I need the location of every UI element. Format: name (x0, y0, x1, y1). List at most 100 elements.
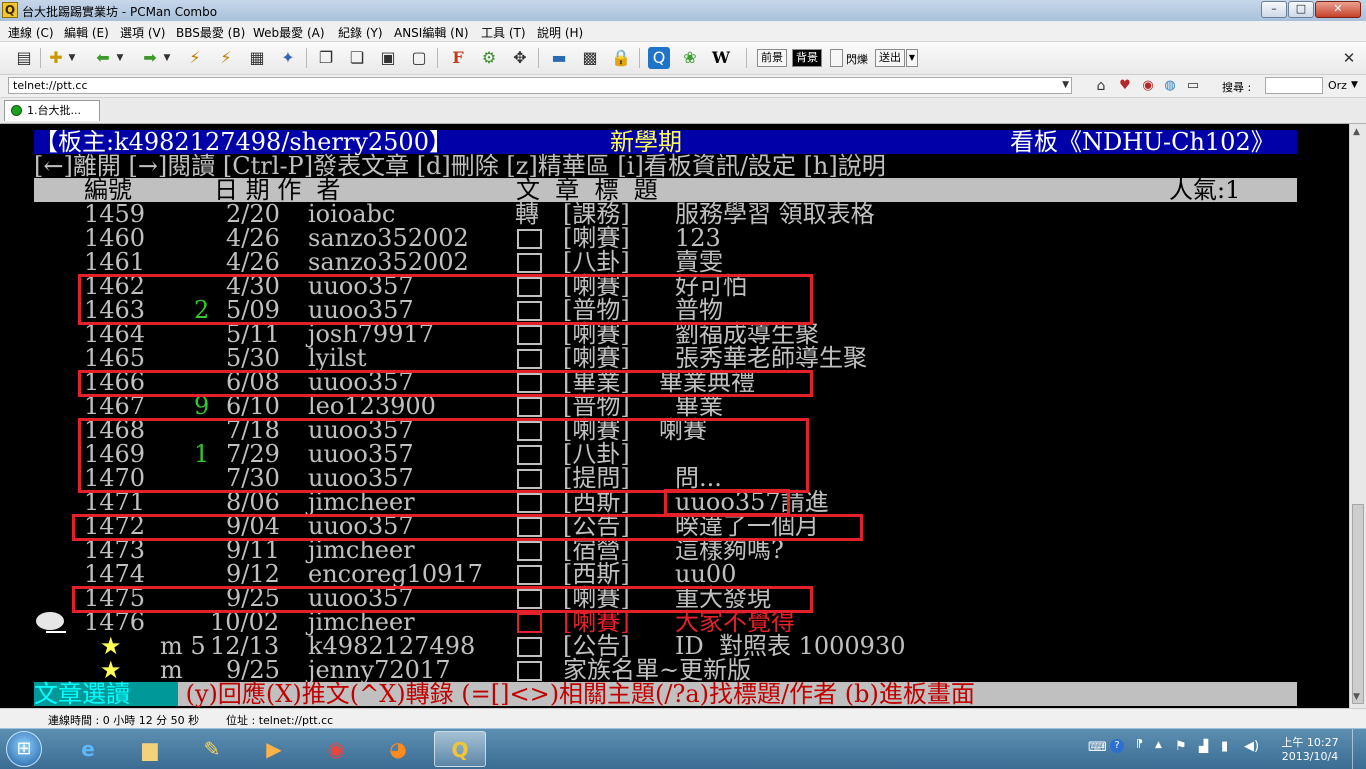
send-dropdown-icon[interactable]: ▼ (906, 49, 918, 67)
menu-options[interactable]: 選項 (V) (120, 24, 165, 41)
toolbar-separator (40, 48, 41, 68)
font-icon[interactable]: F (447, 47, 469, 69)
new-connection-dropdown-icon[interactable]: ▼ (66, 47, 78, 69)
window-icon[interactable]: ▭ (1182, 75, 1204, 97)
copy-icon[interactable]: ❐ (315, 47, 337, 69)
article-row[interactable]: 1461 4/26 sanzo352002 [八卦] 賣雯 (0, 250, 1349, 274)
show-hidden-icons[interactable]: ▲ (1155, 740, 1162, 750)
send-button[interactable]: 送出 (875, 49, 905, 67)
search-input[interactable] (1265, 77, 1323, 94)
article-row[interactable]: ★ m 9/25 jenny72017 家族名單~更新版 (0, 658, 1349, 682)
article-category: [宿營] (563, 536, 630, 564)
flower-icon[interactable]: ❀ (679, 47, 701, 69)
forward-dropdown-icon[interactable]: ▼ (161, 47, 173, 69)
new-connection-icon[interactable]: ✚ (45, 47, 67, 69)
search-engine-icon[interactable]: Q (648, 47, 670, 69)
address-input[interactable]: telnet://ptt.cc ▼ (8, 77, 1072, 94)
scrollbar-thumb[interactable] (1352, 504, 1364, 704)
terminal-screen[interactable]: 【板主:k4982127498/sherry2500】 新學期 看板《NDHU-… (0, 124, 1349, 708)
unread-checkbox (517, 253, 542, 273)
lock-icon[interactable]: 🔒 (610, 47, 632, 69)
article-author: k4982127498 (308, 632, 476, 660)
paste-icon[interactable]: ❏ (346, 47, 368, 69)
maximize-button[interactable]: □ (1288, 1, 1314, 18)
clock[interactable]: 上午 10:27 2013/10/4 (1278, 734, 1342, 763)
title-bar[interactable]: Q 台大批踢踢實業坊 - PCMan Combo – □ ✕ (0, 0, 1366, 22)
article-row[interactable]: ★ m 5 12/13 k4982127498 [公告] ID 對照表 1000930 (0, 634, 1349, 658)
column-header-bar: 編號 日 期 作 者 文 章 標 題 人氣:1 (34, 178, 1297, 202)
search-engine-select[interactable]: Orz (1328, 79, 1347, 92)
address-dropdown-icon[interactable]: ▼ (1062, 78, 1069, 93)
paint-icon[interactable]: ✎ (186, 731, 238, 767)
forward-arrow-icon[interactable]: ➡ (139, 47, 161, 69)
gear-icon[interactable]: ⚙ (478, 47, 500, 69)
volume-icon[interactable]: ◀) (1244, 739, 1259, 754)
menu-connect[interactable]: 連線 (C) (8, 24, 54, 41)
keyboard-icon[interactable]: ⌨ (1088, 740, 1107, 755)
board-name: 看板《NDHU-Ch102》 (1010, 128, 1275, 156)
ansi-icon[interactable]: ◉ (1137, 75, 1159, 97)
article-row[interactable]: 1459 2/20 ioioabc 轉 [課務] 服務學習 領取表格 (0, 202, 1349, 226)
firefox-icon[interactable]: ◕ (372, 731, 424, 767)
screen-icon[interactable]: ▬ (548, 47, 570, 69)
start-button-icon[interactable]: ⊞ (6, 731, 42, 767)
paste-with-color-icon[interactable]: ▢ (408, 47, 430, 69)
article-number: 1461 (84, 248, 146, 276)
fullscreen-icon[interactable]: ✥ (509, 47, 531, 69)
menu-help[interactable]: 說明 (H) (537, 24, 583, 41)
back-arrow-icon[interactable]: ⬅ (92, 47, 114, 69)
article-row[interactable]: 1474 9/12 encoreg10917 [西斯] uu00 (0, 562, 1349, 586)
back-dropdown-icon[interactable]: ▼ (114, 47, 126, 69)
menu-web-favorites[interactable]: Web最愛 (A) (253, 24, 325, 41)
disconnect-all-icon[interactable]: ▦ (246, 47, 268, 69)
scroll-up-icon[interactable]: ▲ (1353, 127, 1360, 137)
globe-icon[interactable]: ◍ (1159, 75, 1181, 97)
background-button[interactable]: 背景 (792, 49, 822, 67)
action-center-flag-icon[interactable]: ⚑ (1175, 739, 1187, 754)
article-row[interactable]: 1467 9 6/10 leo123900 [普物] 畢業 (0, 394, 1349, 418)
article-row[interactable]: 1473 9/11 jimcheer [宿營] 這樣夠嗎? (0, 538, 1349, 562)
article-row[interactable]: 1464 5/11 josh79917 [喇賽] 劉福成導生聚 (0, 322, 1349, 346)
search-engine-dropdown-icon[interactable]: ▼ (1351, 80, 1358, 90)
media-player-icon[interactable]: ▶ (248, 731, 300, 767)
terminal-scrollbar[interactable]: ▲ ▼ (1349, 124, 1366, 708)
add-favorite-icon[interactable]: ✦ (277, 47, 299, 69)
article-category: [課務] (563, 200, 630, 228)
mouse-support-icon[interactable]: ♥ (1114, 75, 1136, 97)
pcman-taskbar-icon[interactable]: Q (434, 731, 486, 767)
tab-connection-1[interactable]: 1.台大批... (4, 100, 100, 121)
article-date: 4/26 (226, 248, 280, 276)
menu-edit[interactable]: 編輯 (E) (64, 24, 109, 41)
menu-ansi-edit[interactable]: ANSI編輯 (N) (394, 24, 469, 41)
ie-icon[interactable]: e (62, 731, 114, 767)
reconnect-icon[interactable]: ⚡ (184, 47, 206, 69)
minimize-button[interactable]: – (1261, 1, 1287, 18)
explorer-folder-icon[interactable]: ▆ (124, 731, 176, 767)
anti-idle-icon[interactable]: ▩ (579, 47, 601, 69)
chrome-icon[interactable]: ◉ (310, 731, 362, 767)
article-number: 1464 (84, 320, 146, 348)
foreground-button[interactable]: 前景 (757, 49, 787, 67)
scroll-down-icon[interactable]: ▼ (1353, 692, 1360, 702)
menu-tools[interactable]: 工具 (T) (481, 24, 526, 41)
help-icon[interactable]: ? (1110, 739, 1124, 753)
blink-checkbox[interactable] (830, 49, 843, 67)
close-window-button[interactable]: ✕ (1315, 1, 1361, 18)
close-tab-icon[interactable]: ✕ (1338, 47, 1360, 69)
ime-icon[interactable]: ⁋ (1136, 737, 1143, 750)
home-icon[interactable]: ⌂ (1090, 75, 1112, 97)
wikipedia-icon[interactable]: W (710, 47, 732, 69)
disconnect-icon[interactable]: ⚡ (215, 47, 237, 69)
article-row[interactable]: 1465 5/30 lyilst [喇賽] 張秀華老師導生聚 (0, 346, 1349, 370)
article-row[interactable]: 1460 4/26 sanzo352002 [喇賽] 123 (0, 226, 1349, 250)
article-row[interactable]: 1476 10/02 jimcheer [喇賽] 大家不覺得 (0, 610, 1349, 634)
show-desktop-button[interactable] (1352, 729, 1366, 769)
tab-bar: 1.台大批... (0, 98, 1366, 124)
menu-log[interactable]: 紀錄 (Y) (338, 24, 383, 41)
site-list-icon[interactable]: ▤ (13, 47, 35, 69)
menu-bbs-favorites[interactable]: BBS最愛 (B) (176, 24, 245, 41)
network-icon[interactable]: ▟ (1199, 739, 1208, 753)
footer-help: (y)回應(X)推文(^X)轉錄 (=[]<>)相關主題(/?a)找標題/作者 … (178, 680, 975, 708)
battery-icon[interactable]: ▮ (1221, 739, 1228, 754)
copy-with-color-icon[interactable]: ▣ (377, 47, 399, 69)
